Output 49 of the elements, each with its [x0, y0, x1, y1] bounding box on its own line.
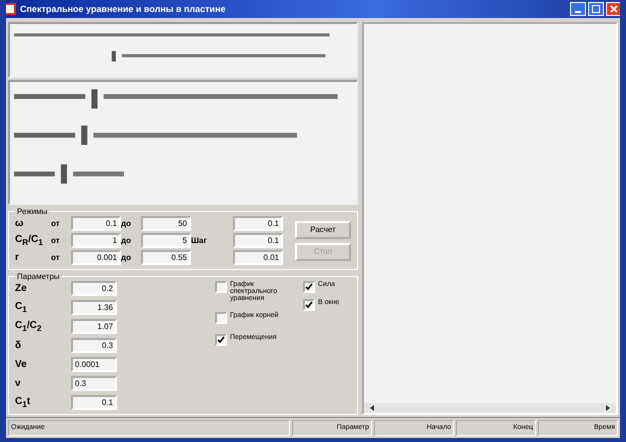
- input-field[interactable]: 0.1: [233, 233, 283, 248]
- input-field[interactable]: 1: [71, 233, 121, 248]
- app-icon: [6, 3, 16, 15]
- parameter-label: ω: [15, 218, 24, 229]
- input-field[interactable]: 0.01: [233, 250, 283, 265]
- parameter-label: Ze: [15, 283, 28, 294]
- parameter-label: Ve: [15, 359, 28, 370]
- input-field[interactable]: 0.1: [233, 216, 283, 231]
- minimize-button[interactable]: [570, 2, 586, 16]
- from-label: от: [51, 253, 61, 262]
- input-field[interactable]: 0.0001: [71, 357, 117, 372]
- step-label: Шаг: [191, 236, 207, 245]
- to-label: до: [121, 236, 132, 245]
- group-title: Режимы: [16, 207, 48, 216]
- check-icon: [305, 301, 313, 309]
- to-label: до: [121, 253, 132, 262]
- parameter-label: C$_{1}$t: [15, 396, 32, 409]
- input-field[interactable]: 0.3: [71, 338, 117, 353]
- parameter-label: δ: [15, 340, 22, 351]
- input-field[interactable]: 1.36: [71, 300, 117, 315]
- parameter-label: r: [15, 252, 20, 263]
- input-field[interactable]: 1.07: [71, 319, 117, 334]
- group-title: Параметры: [16, 272, 61, 281]
- maximize-icon: [592, 5, 600, 13]
- input-field[interactable]: 0.3: [71, 376, 117, 391]
- close-icon: [610, 5, 618, 13]
- input-field[interactable]: 0.1: [71, 395, 117, 410]
- action-button[interactable]: Расчет: [295, 220, 351, 238]
- close-button[interactable]: [606, 2, 620, 16]
- maximize-button[interactable]: [588, 2, 604, 16]
- parameter-label: C$_{1}$/C$_{2}$: [15, 320, 43, 333]
- to-label: до: [121, 219, 132, 228]
- input-field[interactable]: 5: [141, 233, 191, 248]
- parameter-label: C$_{1}$: [15, 301, 28, 314]
- input-field[interactable]: 50: [141, 216, 191, 231]
- parameter-label: C$_{R}$/C$_{1}$: [15, 234, 44, 247]
- input-field[interactable]: 0.1: [71, 216, 121, 231]
- from-label: от: [51, 236, 61, 245]
- parameter-label: ν: [15, 378, 22, 389]
- input-field[interactable]: 0.2: [71, 281, 117, 296]
- check-icon: [217, 336, 225, 344]
- from-label: от: [51, 219, 61, 228]
- horizontal-scrollbar[interactable]: [364, 403, 616, 413]
- scroll-right-icon: [604, 404, 612, 412]
- check-icon: [305, 283, 313, 291]
- input-field[interactable]: 0.001: [71, 250, 121, 265]
- window-title: Спектральное уравнение и волны в пластине: [20, 4, 226, 14]
- input-field[interactable]: 0.55: [141, 250, 191, 265]
- scroll-left-icon: [368, 404, 376, 412]
